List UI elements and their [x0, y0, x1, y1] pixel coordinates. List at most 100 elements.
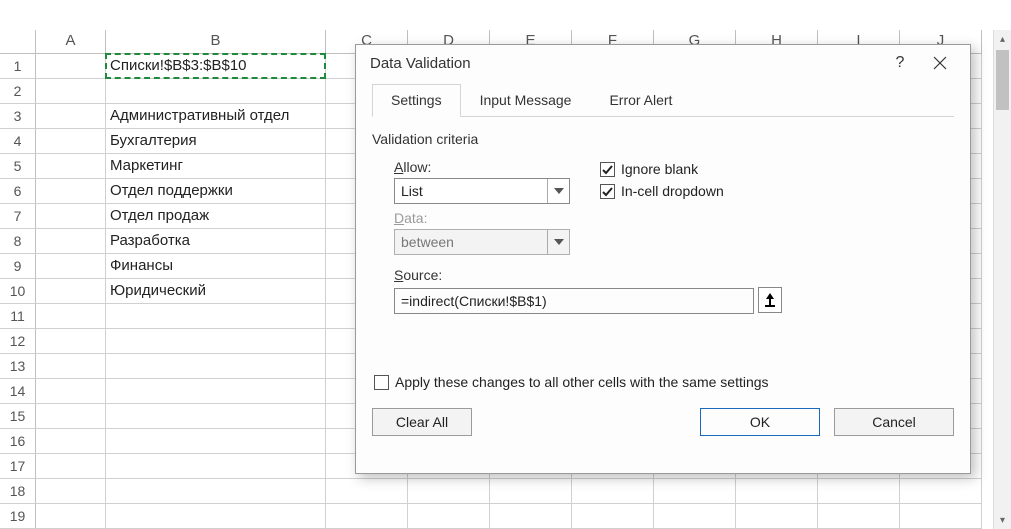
cell-B14[interactable]	[106, 379, 326, 404]
scroll-down-icon[interactable]: ▾	[994, 511, 1011, 529]
cell-E18[interactable]	[490, 479, 572, 504]
ignore-blank-checkbox[interactable]: Ignore blank	[600, 161, 724, 177]
cell-B17[interactable]	[106, 454, 326, 479]
top-margin	[0, 0, 1011, 30]
cell-A3[interactable]	[36, 104, 106, 129]
cell-A13[interactable]	[36, 354, 106, 379]
row-header-7[interactable]: 7	[0, 204, 36, 229]
cell-I18[interactable]	[818, 479, 900, 504]
cell-B8[interactable]: Разработка	[106, 229, 326, 254]
column-header-a[interactable]: A	[36, 30, 106, 54]
row-headers: 12345678910111213141516171819	[0, 54, 36, 529]
cell-A12[interactable]	[36, 329, 106, 354]
cell-C18[interactable]	[326, 479, 408, 504]
row-header-2[interactable]: 2	[0, 79, 36, 104]
cell-G19[interactable]	[654, 504, 736, 529]
tab-settings[interactable]: Settings	[372, 84, 461, 117]
cell-B5[interactable]: Маркетинг	[106, 154, 326, 179]
row-header-19[interactable]: 19	[0, 504, 36, 529]
cell-D18[interactable]	[408, 479, 490, 504]
collapse-dialog-button[interactable]	[758, 287, 782, 313]
cell-A6[interactable]	[36, 179, 106, 204]
close-button[interactable]	[920, 48, 960, 78]
cell-H18[interactable]	[736, 479, 818, 504]
cell-A11[interactable]	[36, 304, 106, 329]
row-header-12[interactable]: 12	[0, 329, 36, 354]
row-header-9[interactable]: 9	[0, 254, 36, 279]
cell-A7[interactable]	[36, 204, 106, 229]
scroll-up-icon[interactable]: ▴	[994, 30, 1011, 48]
cell-G18[interactable]	[654, 479, 736, 504]
cell-I19[interactable]	[818, 504, 900, 529]
cell-B12[interactable]	[106, 329, 326, 354]
cell-A8[interactable]	[36, 229, 106, 254]
row-header-16[interactable]: 16	[0, 429, 36, 454]
cell-B15[interactable]	[106, 404, 326, 429]
row-header-5[interactable]: 5	[0, 154, 36, 179]
cell-B9[interactable]: Финансы	[106, 254, 326, 279]
cell-B19[interactable]	[106, 504, 326, 529]
cell-A5[interactable]	[36, 154, 106, 179]
cell-B16[interactable]	[106, 429, 326, 454]
ignore-blank-label: Ignore blank	[621, 161, 698, 177]
tab-error-alert[interactable]: Error Alert	[590, 84, 691, 117]
select-all-corner[interactable]	[0, 30, 36, 54]
dialog-titlebar[interactable]: Data Validation ?	[356, 45, 970, 81]
cell-J18[interactable]	[900, 479, 982, 504]
row-header-11[interactable]: 11	[0, 304, 36, 329]
vertical-scrollbar[interactable]: ▴ ▾	[993, 30, 1011, 529]
tab-input-message[interactable]: Input Message	[461, 84, 591, 117]
cell-A2[interactable]	[36, 79, 106, 104]
ok-button[interactable]: OK	[700, 408, 820, 436]
scroll-thumb[interactable]	[996, 50, 1009, 110]
row-header-6[interactable]: 6	[0, 179, 36, 204]
row-header-3[interactable]: 3	[0, 104, 36, 129]
column-header-b[interactable]: B	[106, 30, 326, 54]
cell-A15[interactable]	[36, 404, 106, 429]
cell-H19[interactable]	[736, 504, 818, 529]
dialog-body: Settings Input Message Error Alert Valid…	[356, 83, 970, 452]
cell-B11[interactable]	[106, 304, 326, 329]
cell-A1[interactable]	[36, 54, 106, 79]
incell-dropdown-checkbox[interactable]: In-cell dropdown	[600, 183, 724, 199]
cell-D19[interactable]	[408, 504, 490, 529]
allow-select[interactable]: List	[394, 178, 570, 204]
cell-B13[interactable]	[106, 354, 326, 379]
row-header-4[interactable]: 4	[0, 129, 36, 154]
row-header-8[interactable]: 8	[0, 229, 36, 254]
cell-A19[interactable]	[36, 504, 106, 529]
cell-A17[interactable]	[36, 454, 106, 479]
cell-A16[interactable]	[36, 429, 106, 454]
cell-A9[interactable]	[36, 254, 106, 279]
cell-A10[interactable]	[36, 279, 106, 304]
cell-B3[interactable]: Административный отдел	[106, 104, 326, 129]
row-header-17[interactable]: 17	[0, 454, 36, 479]
row-header-14[interactable]: 14	[0, 379, 36, 404]
cell-B10[interactable]: Юридический	[106, 279, 326, 304]
help-button[interactable]: ?	[880, 48, 920, 78]
row-header-1[interactable]: 1	[0, 54, 36, 79]
clear-all-button[interactable]: Clear All	[372, 408, 472, 436]
row-header-10[interactable]: 10	[0, 279, 36, 304]
cell-C19[interactable]	[326, 504, 408, 529]
row-header-13[interactable]: 13	[0, 354, 36, 379]
cell-B4[interactable]: Бухгалтерия	[106, 129, 326, 154]
cell-B7[interactable]: Отдел продаж	[106, 204, 326, 229]
source-input[interactable]: =indirect(Списки!$B$1)	[394, 288, 754, 314]
cancel-button[interactable]: Cancel	[834, 408, 954, 436]
cell-B6[interactable]: Отдел поддержки	[106, 179, 326, 204]
apply-to-same-checkbox[interactable]: Apply these changes to all other cells w…	[374, 374, 954, 390]
cell-A4[interactable]	[36, 129, 106, 154]
cell-A14[interactable]	[36, 379, 106, 404]
cell-J19[interactable]	[900, 504, 982, 529]
row-header-18[interactable]: 18	[0, 479, 36, 504]
cell-F19[interactable]	[572, 504, 654, 529]
cell-B18[interactable]	[106, 479, 326, 504]
cell-E19[interactable]	[490, 504, 572, 529]
cell-F18[interactable]	[572, 479, 654, 504]
cell-B2[interactable]	[106, 79, 326, 104]
allow-field: Allow: List	[394, 153, 570, 204]
row-header-15[interactable]: 15	[0, 404, 36, 429]
cell-A18[interactable]	[36, 479, 106, 504]
cell-B1[interactable]: Списки!$B$3:$B$10	[106, 54, 326, 79]
